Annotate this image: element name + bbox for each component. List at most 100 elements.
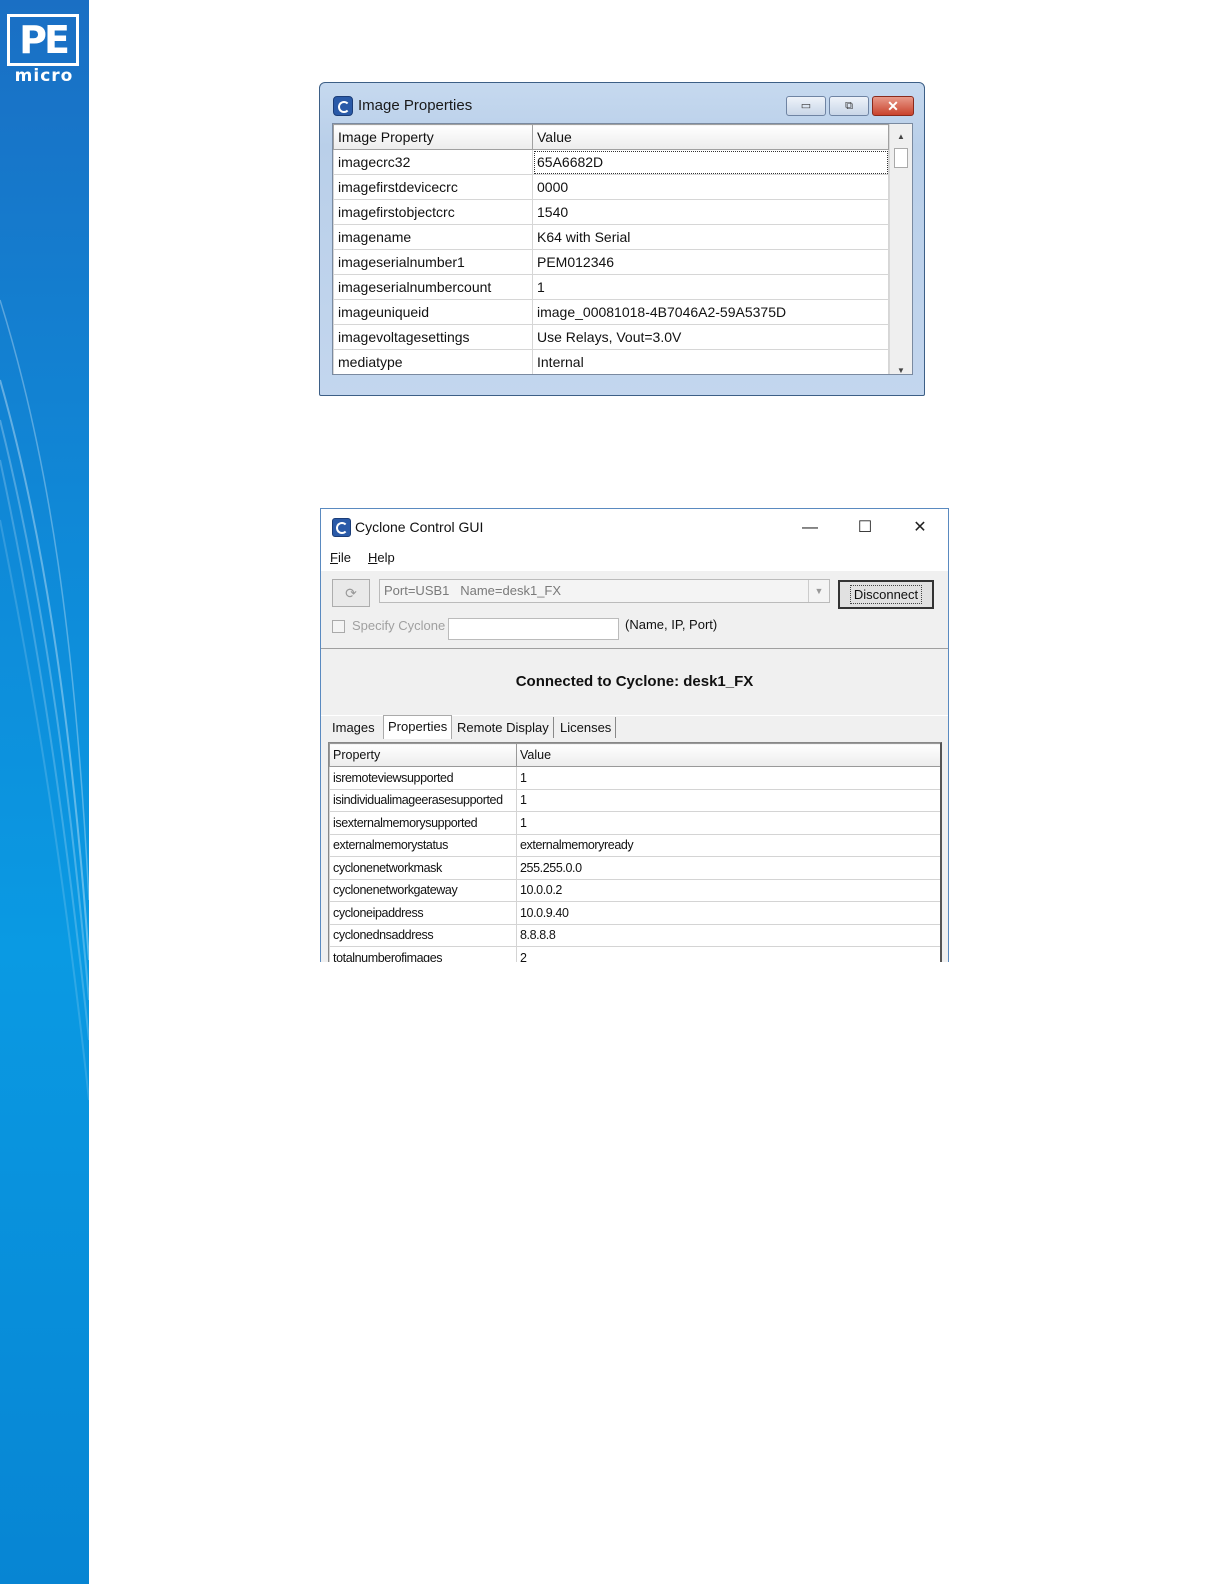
minimize-button[interactable]: —: [787, 513, 833, 543]
value-cell[interactable]: K64 with Serial: [532, 224, 889, 250]
specify-cyclone-label: Specify Cyclone: [352, 618, 446, 633]
table-row[interactable]: imagecrc32 65A6682D: [333, 149, 889, 175]
property-cell: imagename: [333, 224, 533, 250]
menu-help-label: elp: [377, 550, 395, 565]
scroll-thumb[interactable]: [894, 148, 908, 168]
property-cell: isexternalmemorysupported: [329, 811, 517, 835]
port-select-value: Port=USB1 Name=desk1_FX: [384, 583, 562, 598]
property-cell: cyclonenetworkmask: [329, 856, 517, 880]
value-cell[interactable]: Use Relays, Vout=3.0V: [532, 324, 889, 350]
table-row[interactable]: imagename K64 with Serial: [333, 224, 889, 250]
table-row[interactable]: isexternalmemorysupported 1: [329, 811, 940, 835]
tab-remote-display[interactable]: Remote Display: [453, 717, 554, 738]
disconnect-button[interactable]: Disconnect: [838, 580, 934, 609]
menu-file-accelerator: F: [330, 550, 338, 565]
value-cell: 255.255.0.0: [516, 856, 940, 880]
scroll-up-arrow-icon[interactable]: ▲: [890, 128, 912, 146]
table-row[interactable]: imagevoltagesettings Use Relays, Vout=3.0…: [333, 324, 889, 350]
minimize-button[interactable]: ▭: [786, 96, 826, 116]
value-cell[interactable]: 1: [532, 274, 889, 300]
title-bar: Image Properties ▭ ⧉ ✕: [320, 83, 924, 123]
menu-file-label: ile: [337, 550, 351, 565]
port-select[interactable]: Port=USB1 Name=desk1_FX ▼: [379, 579, 830, 603]
property-cell: isindividualimageerasesupported: [329, 788, 517, 812]
logo-micro-text: micro: [14, 66, 74, 86]
table-row[interactable]: externalmemorystatus externalmemoryready: [329, 833, 940, 857]
column-header-value[interactable]: Value: [516, 743, 940, 767]
table-row[interactable]: imagefirstobjectcrc 1540: [333, 199, 889, 225]
specify-cyclone-hint: (Name, IP, Port): [625, 617, 718, 632]
chevron-down-icon[interactable]: ▼: [808, 580, 829, 602]
table-row[interactable]: imageserialnumbercount 1: [333, 274, 889, 300]
table-row[interactable]: cycloneipaddress 10.0.9.40: [329, 901, 940, 925]
property-cell: imagefirstdevicecrc: [333, 174, 533, 200]
menu-bar: File Help: [321, 547, 948, 571]
menu-help[interactable]: Help: [368, 550, 395, 565]
maximize-button[interactable]: ⧉: [829, 96, 869, 116]
specify-cyclone-checkbox[interactable]: [332, 620, 345, 633]
decorative-waves: [0, 299, 89, 1101]
property-cell: imageserialnumbercount: [333, 274, 533, 300]
value-cell: 8.8.8.8: [516, 923, 940, 947]
column-header-image-property[interactable]: Image Property: [333, 124, 533, 150]
table-row[interactable]: mediatype Internal: [333, 349, 889, 374]
window-title: Cyclone Control GUI: [355, 519, 484, 535]
value-cell[interactable]: 1540: [532, 199, 889, 225]
property-cell: imageserialnumber1: [333, 249, 533, 275]
value-cell: 10.0.9.40: [516, 901, 940, 925]
table-row[interactable]: imageuniqueid image_00081018-4B7046A2-59A…: [333, 299, 889, 325]
value-cell[interactable]: 65A6682D: [532, 149, 889, 175]
table-row[interactable]: cyclonednsaddress 8.8.8.8: [329, 923, 940, 947]
menu-file[interactable]: File: [330, 550, 351, 565]
header-row: Image Property Value: [333, 124, 889, 150]
tab-properties[interactable]: Properties: [383, 715, 453, 739]
connection-status-text: Connected to Cyclone: desk1_FX: [515, 673, 754, 690]
property-cell: cyclonednsaddress: [329, 923, 517, 947]
value-cell[interactable]: image_00081018-4B7046A2-59A5375D: [532, 299, 889, 325]
column-header-value[interactable]: Value: [532, 124, 889, 150]
property-cell: cyclonenetworkgateway: [329, 878, 517, 902]
close-button[interactable]: ✕: [897, 513, 943, 543]
tab-licenses[interactable]: Licenses: [556, 717, 617, 738]
brand-sidebar: PE micro: [0, 0, 89, 1584]
refresh-icon: ⟳: [345, 585, 357, 601]
close-button[interactable]: ✕: [872, 96, 914, 116]
title-bar: Cyclone Control GUI — ☐ ✕: [321, 509, 948, 547]
table-row[interactable]: totalnumberofimages 2: [329, 946, 940, 962]
table-row[interactable]: imagefirstdevicecrc 0000: [333, 174, 889, 200]
value-cell[interactable]: PEM012346: [532, 249, 889, 275]
properties-grid: Property Value isremoteviewsupported 1 is…: [328, 742, 942, 962]
header-row: Property Value: [329, 743, 940, 767]
property-cell: cycloneipaddress: [329, 901, 517, 925]
specify-cyclone-input[interactable]: [448, 618, 619, 640]
table-row[interactable]: isindividualimageerasesupported 1: [329, 788, 940, 812]
value-cell[interactable]: 0000: [532, 174, 889, 200]
vertical-scrollbar[interactable]: ▲ ▼: [889, 124, 912, 374]
scroll-down-arrow-icon[interactable]: ▼: [890, 362, 912, 374]
property-cell: imagefirstobjectcrc: [333, 199, 533, 225]
table-row[interactable]: cyclonenetworkgateway 10.0.0.2: [329, 878, 940, 902]
maximize-button[interactable]: ☐: [842, 513, 888, 543]
property-cell: imagevoltagesettings: [333, 324, 533, 350]
property-cell: mediatype: [333, 349, 533, 374]
property-cell: imagecrc32: [333, 149, 533, 175]
value-cell[interactable]: Internal: [532, 349, 889, 374]
value-cell: externalmemoryready: [516, 833, 940, 857]
property-cell: totalnumberofimages: [329, 946, 517, 962]
connection-status-panel: Connected to Cyclone: desk1_FX: [321, 648, 948, 716]
value-cell: 2: [516, 946, 940, 962]
logo-pe-mark: PE: [7, 14, 79, 66]
cyclone-app-icon: [332, 518, 351, 537]
table-row[interactable]: isremoteviewsupported 1: [329, 766, 940, 790]
tab-images[interactable]: Images: [328, 717, 379, 738]
refresh-button[interactable]: ⟳: [332, 579, 370, 607]
image-properties-window: Image Properties ▭ ⧉ ✕ Image Property Va…: [319, 82, 925, 396]
property-cell: imageuniqueid: [333, 299, 533, 325]
table-row[interactable]: imageserialnumber1 PEM012346: [333, 249, 889, 275]
cyclone-app-icon: [333, 96, 353, 116]
value-cell: 1: [516, 788, 940, 812]
value-cell: 10.0.0.2: [516, 878, 940, 902]
column-header-property[interactable]: Property: [329, 743, 517, 767]
table-row[interactable]: cyclonenetworkmask 255.255.0.0: [329, 856, 940, 880]
image-properties-grid: Image Property Value imagecrc32 65A6682D …: [332, 123, 913, 375]
